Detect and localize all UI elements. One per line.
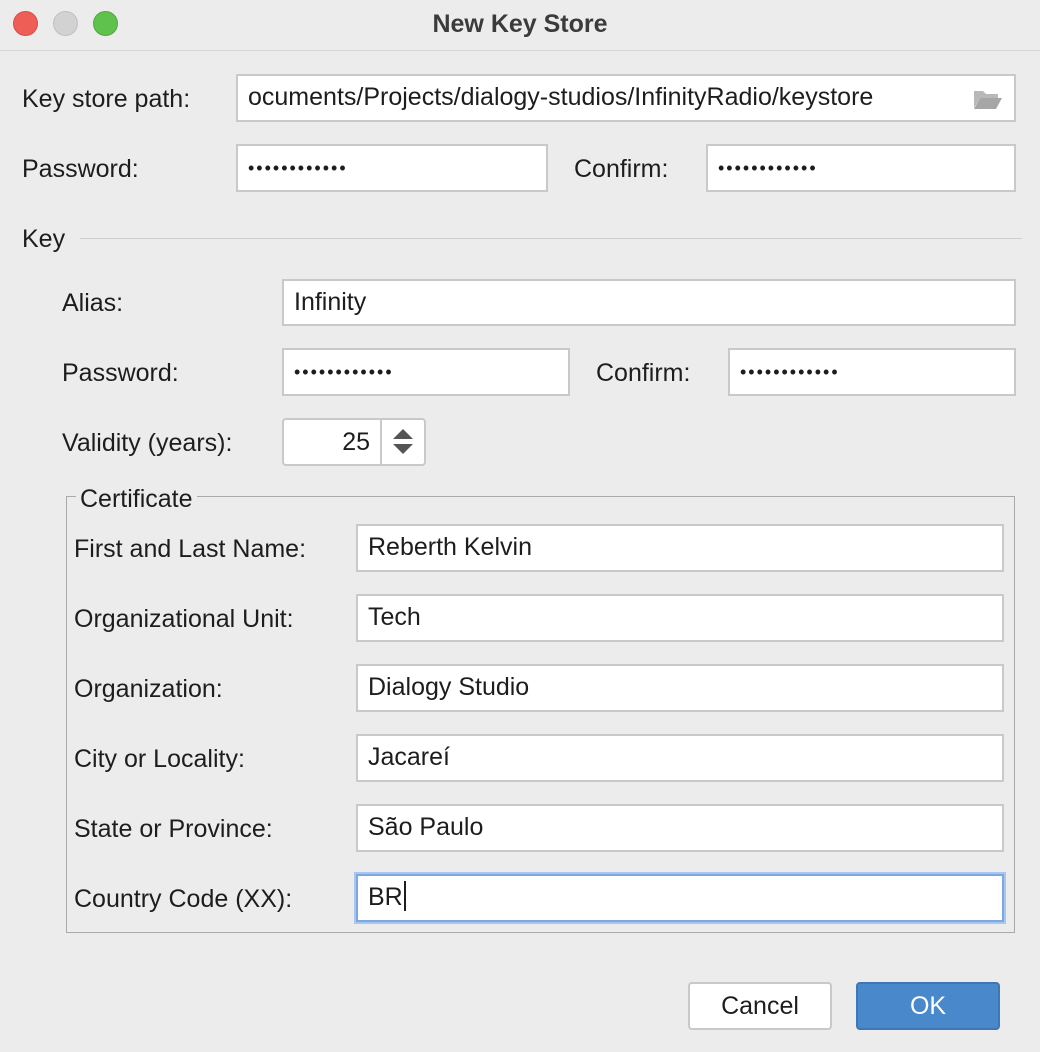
key-password-field[interactable]: •••••••••••• bbox=[282, 348, 570, 396]
keystore-confirm-field[interactable]: •••••••••••• bbox=[706, 144, 1016, 192]
arrow-down-icon[interactable] bbox=[393, 444, 413, 454]
keystore-password-label: Password: bbox=[22, 155, 139, 183]
cert-country-value: BR bbox=[368, 883, 403, 911]
ok-button[interactable]: OK bbox=[856, 982, 1000, 1030]
cert-org-unit-label: Organizational Unit: bbox=[74, 605, 294, 633]
title-bar: New Key Store bbox=[0, 0, 1040, 51]
key-confirm-label: Confirm: bbox=[596, 359, 691, 387]
keystore-confirm-label: Confirm: bbox=[574, 155, 669, 183]
cert-name-field[interactable]: Reberth Kelvin bbox=[356, 524, 1004, 572]
key-section-title: Key bbox=[22, 225, 66, 253]
window-title: New Key Store bbox=[432, 10, 608, 38]
validity-stepper[interactable]: 25 bbox=[282, 418, 426, 466]
cert-state-label: State or Province: bbox=[74, 815, 273, 843]
cert-city-field[interactable]: Jacareí bbox=[356, 734, 1004, 782]
validity-value[interactable]: 25 bbox=[284, 427, 370, 457]
cert-country-label: Country Code (XX): bbox=[74, 885, 293, 913]
keystore-path-value: ocuments/Projects/dialogy-studios/Infini… bbox=[248, 83, 874, 111]
cert-org-unit-field[interactable]: Tech bbox=[356, 594, 1004, 642]
text-caret bbox=[403, 881, 406, 912]
key-section-separator bbox=[80, 238, 1022, 239]
keystore-password-field[interactable]: •••••••••••• bbox=[236, 144, 548, 192]
validity-label: Validity (years): bbox=[62, 429, 233, 457]
folder-open-icon[interactable] bbox=[972, 87, 1004, 111]
cert-organization-label: Organization: bbox=[74, 675, 223, 703]
cert-city-label: City or Locality: bbox=[74, 745, 245, 773]
cert-state-field[interactable]: São Paulo bbox=[356, 804, 1004, 852]
certificate-group-title: Certificate bbox=[76, 484, 197, 514]
alias-field[interactable]: Infinity bbox=[282, 279, 1016, 326]
cert-country-field[interactable]: BR bbox=[356, 874, 1004, 922]
cert-organization-field[interactable]: Dialogy Studio bbox=[356, 664, 1004, 712]
cancel-button[interactable]: Cancel bbox=[688, 982, 832, 1030]
key-confirm-field[interactable]: •••••••••••• bbox=[728, 348, 1016, 396]
keystore-path-label: Key store path: bbox=[22, 85, 191, 113]
key-password-label: Password: bbox=[62, 359, 179, 387]
validity-stepper-buttons bbox=[380, 418, 426, 466]
keystore-path-field[interactable]: ocuments/Projects/dialogy-studios/Infini… bbox=[236, 74, 1016, 122]
alias-label: Alias: bbox=[62, 289, 124, 317]
arrow-up-icon[interactable] bbox=[393, 429, 413, 439]
cert-name-label: First and Last Name: bbox=[74, 535, 307, 563]
